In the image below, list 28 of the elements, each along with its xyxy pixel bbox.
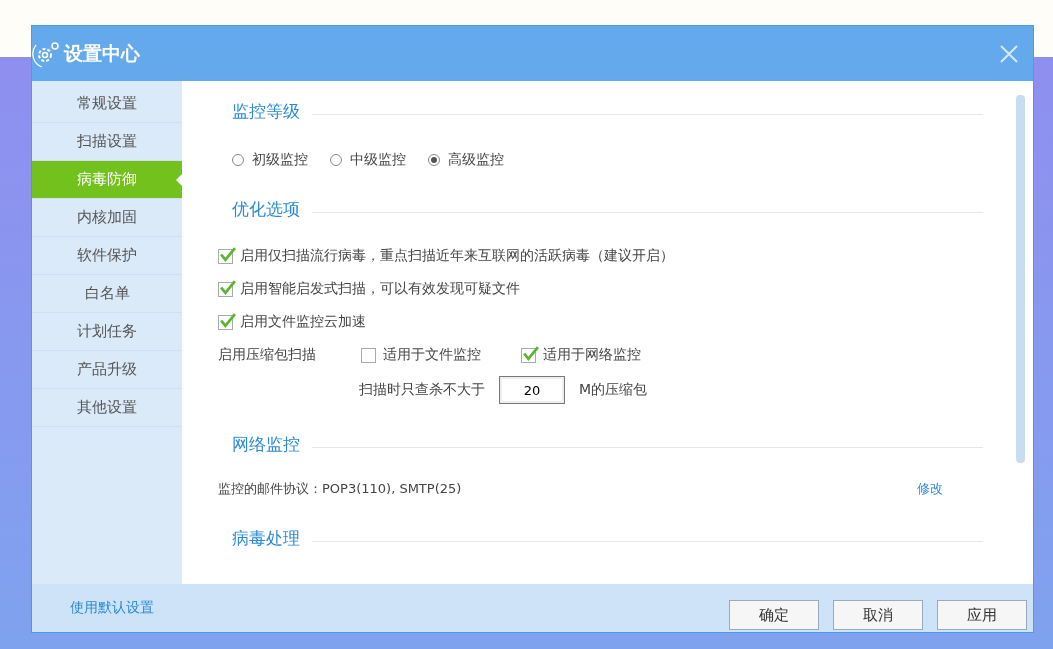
- dialog-button[interactable]: 取消: [833, 600, 923, 630]
- dialog-button[interactable]: 应用: [937, 600, 1027, 630]
- size-input[interactable]: 20: [499, 376, 565, 404]
- modify-link[interactable]: 修改: [917, 480, 943, 498]
- radio-option[interactable]: 初级监控: [232, 151, 308, 169]
- section-title: 病毒处理: [232, 526, 300, 550]
- checkmark-icon: [219, 245, 236, 263]
- checkmark-icon: [219, 311, 236, 329]
- archive-label: 启用压缩包扫描: [218, 346, 317, 364]
- radio-option[interactable]: 中级监控: [330, 151, 406, 169]
- checkmark-icon: [219, 278, 236, 296]
- checkbox-option[interactable]: 适用于网络监控: [521, 346, 641, 364]
- checkmark-icon: [522, 344, 539, 362]
- mail-protocol-text: 监控的邮件协议：POP3(110), SMTP(25): [218, 480, 462, 498]
- checkbox-option[interactable]: 启用智能启发式扫描，可以有效发现可疑文件: [218, 280, 983, 298]
- size-limit-label: 扫描时只查杀不大于: [359, 381, 485, 399]
- unit-label: M的压缩包: [579, 381, 648, 399]
- checkbox-option[interactable]: 适用于文件监控: [361, 346, 481, 364]
- checkbox-option[interactable]: 启用文件监控云加速: [218, 313, 983, 331]
- scrollbar[interactable]: [1016, 95, 1025, 463]
- dialog-button[interactable]: 确定: [729, 600, 819, 630]
- checkbox-option[interactable]: 启用仅扫描流行病毒，重点扫描近年来互联网的活跃病毒（建议开启）: [218, 247, 983, 265]
- window-title: 设置中心: [64, 40, 140, 66]
- section-title: 优化选项: [232, 197, 300, 221]
- section-title: 网络监控: [232, 432, 300, 456]
- radio-option[interactable]: 高级监控: [428, 151, 504, 169]
- section-title: 监控等级: [232, 99, 300, 123]
- close-icon[interactable]: [999, 43, 1019, 64]
